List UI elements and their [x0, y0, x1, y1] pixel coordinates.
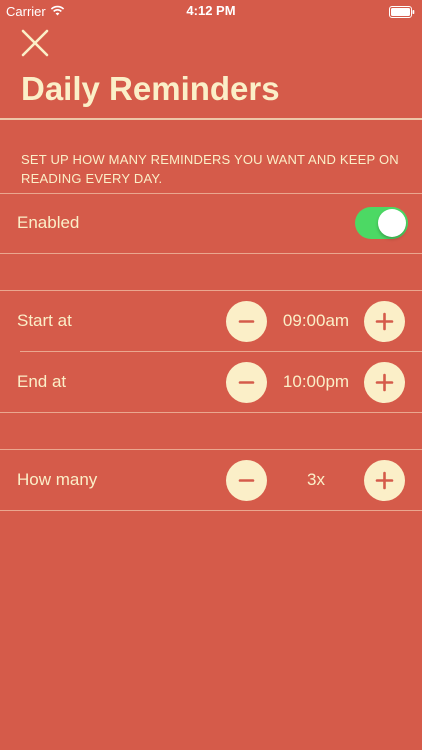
reminder-count-increment-button[interactable]: [364, 460, 405, 501]
divider: [0, 412, 422, 413]
reminder-count-decrement-button[interactable]: [226, 460, 267, 501]
enabled-toggle[interactable]: [355, 207, 408, 239]
start-time-label: Start at: [17, 311, 72, 330]
divider: [0, 449, 422, 450]
reminder-count-value: 3x: [307, 470, 325, 489]
minus-icon: [238, 479, 255, 482]
end-time-label: End at: [17, 372, 67, 391]
page-title: Daily Reminders: [21, 70, 280, 107]
status-time: 4:12 PM: [186, 3, 236, 18]
divider: [0, 253, 422, 254]
divider: [0, 290, 422, 291]
battery-icon: [389, 5, 415, 23]
end-time-value: 10:00pm: [282, 372, 350, 391]
title-divider: [0, 118, 422, 120]
minus-icon: [238, 320, 255, 323]
status-bar: Carrier 4:12 PM: [0, 0, 422, 22]
divider: [0, 510, 422, 511]
plus-icon: [375, 471, 394, 490]
close-button[interactable]: [21, 29, 49, 57]
reminder-count-label: How many: [17, 470, 98, 489]
plus-icon: [375, 312, 394, 331]
divider: [20, 351, 422, 352]
minus-icon: [238, 381, 255, 384]
end-time-decrement-button[interactable]: [226, 362, 267, 403]
start-time-increment-button[interactable]: [364, 301, 405, 342]
start-time-value: 09:00am: [282, 311, 350, 330]
end-time-increment-button[interactable]: [364, 362, 405, 403]
intro-text: SET UP HOW MANY REMINDERS YOU WANT AND K…: [21, 152, 399, 186]
plus-icon: [375, 373, 394, 392]
close-icon: [21, 29, 49, 57]
enabled-label: Enabled: [17, 213, 80, 232]
toggle-knob: [378, 209, 406, 237]
start-time-decrement-button[interactable]: [226, 301, 267, 342]
divider: [0, 193, 422, 194]
